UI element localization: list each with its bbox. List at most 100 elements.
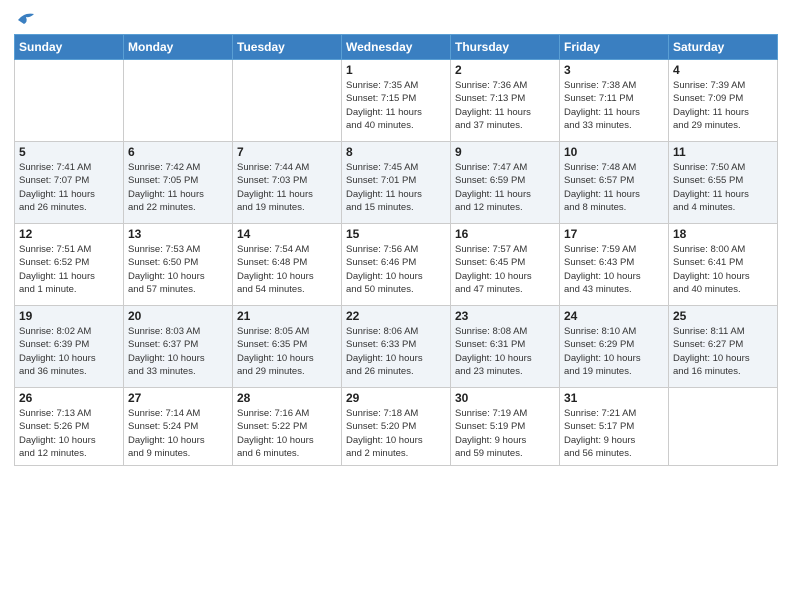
calendar-cell: 21Sunrise: 8:05 AM Sunset: 6:35 PM Dayli… [233, 306, 342, 388]
calendar-cell: 7 Sunrise: 7:44 AM Sunset: 7:03 PM Daylig… [233, 142, 342, 224]
day-number: 9 [455, 145, 555, 159]
calendar-cell: 13Sunrise: 7:53 AM Sunset: 6:50 PM Dayli… [124, 224, 233, 306]
day-number: 25 [673, 309, 773, 323]
weekday-header-sunday: Sunday [15, 35, 124, 60]
day-number: 19 [19, 309, 119, 323]
week-row-5: 26 Sunrise: 7:13 AM Sunset: 5:26 PM Dayli… [15, 388, 778, 466]
day-info: Sunrise: 7:42 AM Sunset: 7:05 PM Dayligh… [128, 161, 228, 214]
day-info: Sunrise: 8:03 AM Sunset: 6:37 PM Dayligh… [128, 325, 228, 378]
day-info: Sunrise: 7:14 AM Sunset: 5:24 PM Dayligh… [128, 407, 228, 460]
day-info: Sunrise: 8:10 AM Sunset: 6:29 PM Dayligh… [564, 325, 664, 378]
calendar-cell: 24 Sunrise: 8:10 AM Sunset: 6:29 PM Dayli… [560, 306, 669, 388]
day-number: 17 [564, 227, 664, 241]
day-info: Sunrise: 7:36 AM Sunset: 7:13 PM Dayligh… [455, 79, 555, 132]
calendar-cell: 16 Sunrise: 7:57 AM Sunset: 6:45 PM Dayli… [451, 224, 560, 306]
header [14, 10, 778, 28]
day-number: 3 [564, 63, 664, 77]
day-info: Sunrise: 7:39 AM Sunset: 7:09 PM Dayligh… [673, 79, 773, 132]
day-info: Sunrise: 7:19 AM Sunset: 5:19 PM Dayligh… [455, 407, 555, 460]
day-info: Sunrise: 7:38 AM Sunset: 7:11 PM Dayligh… [564, 79, 664, 132]
day-number: 16 [455, 227, 555, 241]
day-number: 22 [346, 309, 446, 323]
weekday-header-saturday: Saturday [669, 35, 778, 60]
calendar-cell: 23 Sunrise: 8:08 AM Sunset: 6:31 PM Dayli… [451, 306, 560, 388]
day-info: Sunrise: 7:44 AM Sunset: 7:03 PM Dayligh… [237, 161, 337, 214]
day-info: Sunrise: 8:00 AM Sunset: 6:41 PM Dayligh… [673, 243, 773, 296]
day-number: 20 [128, 309, 228, 323]
day-info: Sunrise: 7:21 AM Sunset: 5:17 PM Dayligh… [564, 407, 664, 460]
day-number: 11 [673, 145, 773, 159]
page: SundayMondayTuesdayWednesdayThursdayFrid… [0, 0, 792, 612]
day-number: 4 [673, 63, 773, 77]
day-info: Sunrise: 7:50 AM Sunset: 6:55 PM Dayligh… [673, 161, 773, 214]
day-number: 15 [346, 227, 446, 241]
calendar-cell [233, 60, 342, 142]
logo [14, 10, 36, 28]
calendar-cell: 22 Sunrise: 8:06 AM Sunset: 6:33 PM Dayli… [342, 306, 451, 388]
logo-bird-icon [16, 10, 36, 28]
week-row-4: 19 Sunrise: 8:02 AM Sunset: 6:39 PM Dayli… [15, 306, 778, 388]
week-row-3: 12 Sunrise: 7:51 AM Sunset: 6:52 PM Dayli… [15, 224, 778, 306]
calendar-cell: 9Sunrise: 7:47 AM Sunset: 6:59 PM Daylig… [451, 142, 560, 224]
calendar-cell: 4 Sunrise: 7:39 AM Sunset: 7:09 PM Daylig… [669, 60, 778, 142]
calendar-cell: 20 Sunrise: 8:03 AM Sunset: 6:37 PM Dayli… [124, 306, 233, 388]
day-number: 31 [564, 391, 664, 405]
calendar-cell: 19 Sunrise: 8:02 AM Sunset: 6:39 PM Dayli… [15, 306, 124, 388]
weekday-header-monday: Monday [124, 35, 233, 60]
calendar-cell: 28Sunrise: 7:16 AM Sunset: 5:22 PM Dayli… [233, 388, 342, 466]
day-info: Sunrise: 7:13 AM Sunset: 5:26 PM Dayligh… [19, 407, 119, 460]
day-number: 14 [237, 227, 337, 241]
calendar-cell: 17 Sunrise: 7:59 AM Sunset: 6:43 PM Dayli… [560, 224, 669, 306]
calendar: SundayMondayTuesdayWednesdayThursdayFrid… [14, 34, 778, 466]
weekday-header-row: SundayMondayTuesdayWednesdayThursdayFrid… [15, 35, 778, 60]
weekday-header-friday: Friday [560, 35, 669, 60]
calendar-cell: 29Sunrise: 7:18 AM Sunset: 5:20 PM Dayli… [342, 388, 451, 466]
day-info: Sunrise: 7:51 AM Sunset: 6:52 PM Dayligh… [19, 243, 119, 296]
calendar-cell: 5 Sunrise: 7:41 AM Sunset: 7:07 PM Daylig… [15, 142, 124, 224]
weekday-header-thursday: Thursday [451, 35, 560, 60]
day-info: Sunrise: 7:53 AM Sunset: 6:50 PM Dayligh… [128, 243, 228, 296]
calendar-cell: 31 Sunrise: 7:21 AM Sunset: 5:17 PM Dayli… [560, 388, 669, 466]
day-info: Sunrise: 7:41 AM Sunset: 7:07 PM Dayligh… [19, 161, 119, 214]
day-number: 1 [346, 63, 446, 77]
weekday-header-wednesday: Wednesday [342, 35, 451, 60]
calendar-cell: 6 Sunrise: 7:42 AM Sunset: 7:05 PM Daylig… [124, 142, 233, 224]
day-info: Sunrise: 7:54 AM Sunset: 6:48 PM Dayligh… [237, 243, 337, 296]
day-info: Sunrise: 7:56 AM Sunset: 6:46 PM Dayligh… [346, 243, 446, 296]
day-info: Sunrise: 8:05 AM Sunset: 6:35 PM Dayligh… [237, 325, 337, 378]
day-number: 24 [564, 309, 664, 323]
calendar-cell: 11 Sunrise: 7:50 AM Sunset: 6:55 PM Dayli… [669, 142, 778, 224]
calendar-cell: 15 Sunrise: 7:56 AM Sunset: 6:46 PM Dayli… [342, 224, 451, 306]
day-info: Sunrise: 8:08 AM Sunset: 6:31 PM Dayligh… [455, 325, 555, 378]
day-info: Sunrise: 7:18 AM Sunset: 5:20 PM Dayligh… [346, 407, 446, 460]
day-number: 12 [19, 227, 119, 241]
day-number: 7 [237, 145, 337, 159]
calendar-cell: 18 Sunrise: 8:00 AM Sunset: 6:41 PM Dayli… [669, 224, 778, 306]
day-number: 23 [455, 309, 555, 323]
calendar-cell: 2Sunrise: 7:36 AM Sunset: 7:13 PM Daylig… [451, 60, 560, 142]
day-info: Sunrise: 7:35 AM Sunset: 7:15 PM Dayligh… [346, 79, 446, 132]
day-number: 30 [455, 391, 555, 405]
day-number: 10 [564, 145, 664, 159]
calendar-cell [124, 60, 233, 142]
day-number: 18 [673, 227, 773, 241]
day-info: Sunrise: 7:16 AM Sunset: 5:22 PM Dayligh… [237, 407, 337, 460]
day-number: 8 [346, 145, 446, 159]
calendar-cell: 3 Sunrise: 7:38 AM Sunset: 7:11 PM Daylig… [560, 60, 669, 142]
day-info: Sunrise: 8:02 AM Sunset: 6:39 PM Dayligh… [19, 325, 119, 378]
calendar-cell: 25Sunrise: 8:11 AM Sunset: 6:27 PM Dayli… [669, 306, 778, 388]
calendar-cell: 14 Sunrise: 7:54 AM Sunset: 6:48 PM Dayli… [233, 224, 342, 306]
calendar-cell: 8Sunrise: 7:45 AM Sunset: 7:01 PM Daylig… [342, 142, 451, 224]
week-row-2: 5 Sunrise: 7:41 AM Sunset: 7:07 PM Daylig… [15, 142, 778, 224]
day-info: Sunrise: 7:59 AM Sunset: 6:43 PM Dayligh… [564, 243, 664, 296]
calendar-cell: 12 Sunrise: 7:51 AM Sunset: 6:52 PM Dayli… [15, 224, 124, 306]
day-number: 27 [128, 391, 228, 405]
day-number: 6 [128, 145, 228, 159]
calendar-cell [669, 388, 778, 466]
day-info: Sunrise: 8:06 AM Sunset: 6:33 PM Dayligh… [346, 325, 446, 378]
calendar-cell: 30 Sunrise: 7:19 AM Sunset: 5:19 PM Dayli… [451, 388, 560, 466]
day-info: Sunrise: 7:57 AM Sunset: 6:45 PM Dayligh… [455, 243, 555, 296]
calendar-cell [15, 60, 124, 142]
day-number: 26 [19, 391, 119, 405]
day-number: 5 [19, 145, 119, 159]
